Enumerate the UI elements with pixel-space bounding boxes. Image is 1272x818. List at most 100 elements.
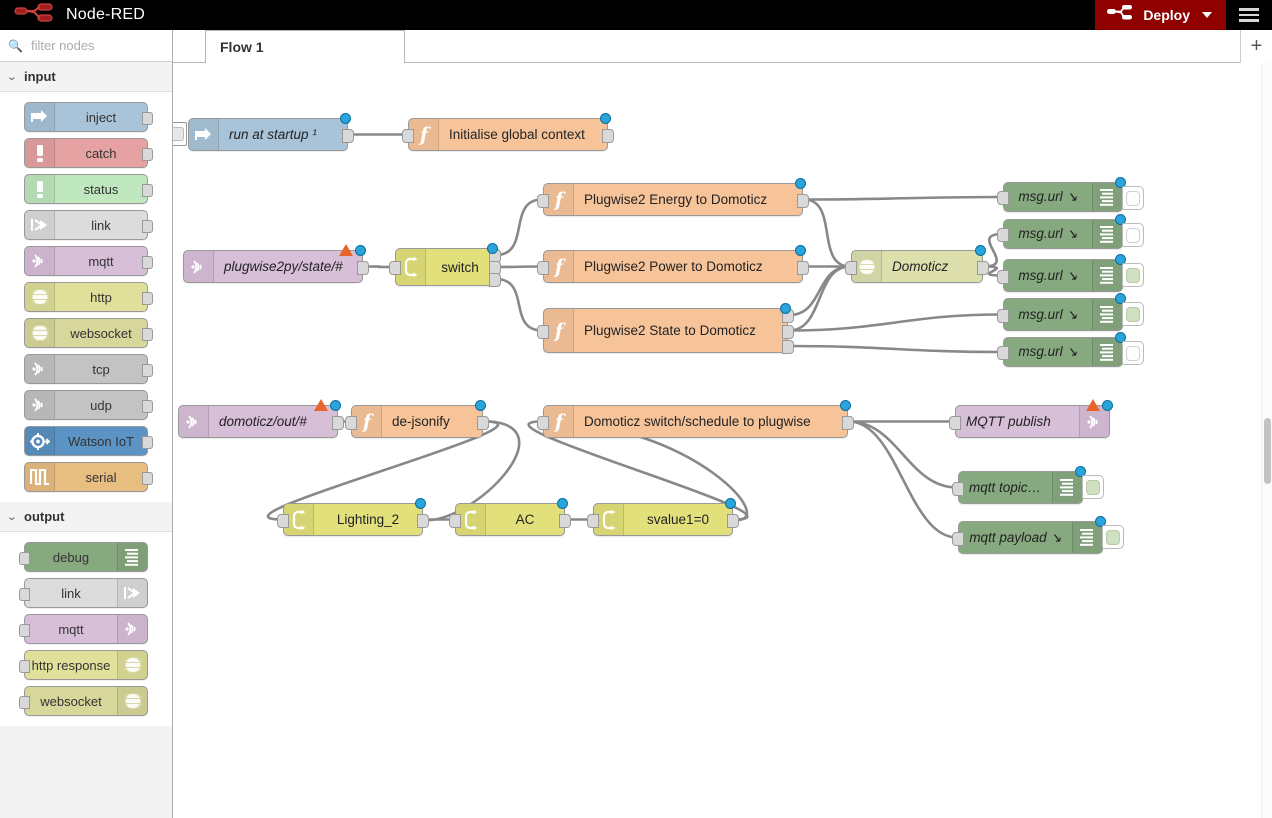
flow-node-n13[interactable]: msg.url ↘ xyxy=(997,332,1144,367)
node-input-port[interactable] xyxy=(997,228,1009,242)
node-output-port-0[interactable] xyxy=(727,513,739,528)
node-output-port-0[interactable] xyxy=(602,128,614,143)
hamburger-menu-icon[interactable] xyxy=(1226,0,1272,30)
add-flow-button[interactable]: + xyxy=(1240,30,1272,63)
debug-toggle-button[interactable] xyxy=(1122,302,1144,326)
flow-node-n15[interactable]: f de-jsonify xyxy=(345,400,489,438)
flow-node-label: AC xyxy=(515,512,535,527)
node-input-port[interactable] xyxy=(345,415,357,430)
node-output-port-0[interactable] xyxy=(559,513,571,528)
node-output-port-0[interactable] xyxy=(342,128,354,143)
watson-gear-icon xyxy=(25,427,55,455)
debug-toggle-button[interactable] xyxy=(1122,223,1144,247)
flow-node-n5[interactable]: f Plugwise2 Energy to Domoticz xyxy=(537,178,809,216)
palette-node-http-response[interactable]: http response xyxy=(19,650,148,680)
node-input-port[interactable] xyxy=(277,513,289,528)
node-output-port-0[interactable] xyxy=(977,260,989,275)
node-input-port[interactable] xyxy=(949,415,961,430)
debug-toggle-button[interactable] xyxy=(1122,263,1144,287)
node-input-port[interactable] xyxy=(537,415,549,430)
palette-node-link[interactable]: link xyxy=(19,578,148,608)
flow-node-n22[interactable]: mqtt payload ↘ xyxy=(952,516,1124,554)
flow-node-n1[interactable]: run at startup ¹ xyxy=(173,113,354,151)
node-input-port[interactable] xyxy=(997,269,1009,284)
palette-node-catch[interactable]: catch xyxy=(24,138,153,168)
flow-canvas[interactable]: run at startup ¹ f Initialise global conte… xyxy=(173,63,1272,818)
canvas-vertical-scrollbar[interactable] xyxy=(1261,63,1272,818)
flow-node-n11[interactable]: msg.url ↘ xyxy=(997,254,1144,292)
node-output-port-2[interactable] xyxy=(489,273,501,287)
palette-node-udp[interactable]: udp xyxy=(24,390,153,420)
debug-toggle-button[interactable] xyxy=(1082,475,1104,499)
palette-node-http[interactable]: http xyxy=(24,282,153,312)
node-output-port-0[interactable] xyxy=(797,260,809,275)
scrollbar-thumb[interactable] xyxy=(1264,418,1271,484)
flow-node-n3[interactable]: plugwise2py/state/# xyxy=(183,244,369,283)
palette-node-watson-iot[interactable]: Watson IoT xyxy=(24,426,153,456)
flow-node-n8[interactable]: Domoticz xyxy=(845,245,989,283)
flow-node-n10[interactable]: msg.url ↘ xyxy=(997,214,1144,249)
palette-node-websocket[interactable]: websocket xyxy=(19,686,148,716)
flow-node-n7[interactable]: f Plugwise2 State to Domoticz xyxy=(537,303,794,354)
debug-toggle-button[interactable] xyxy=(1122,341,1144,365)
palette-port-out xyxy=(142,184,153,197)
flow-node-n21[interactable]: mqtt topic ↘ xyxy=(952,466,1104,504)
node-output-port-1[interactable] xyxy=(782,324,794,339)
node-input-port[interactable] xyxy=(449,513,461,528)
flow-node-n14[interactable]: domoticz/out/# xyxy=(178,399,344,438)
filter-nodes-input[interactable] xyxy=(28,37,172,54)
node-input-port[interactable] xyxy=(537,324,549,339)
palette-node-mqtt[interactable]: mqtt xyxy=(19,614,148,644)
palette-node-link[interactable]: link xyxy=(24,210,153,240)
flow-node-n2[interactable]: f Initialise global context xyxy=(402,113,614,151)
signal-wave-icon xyxy=(25,355,55,383)
palette-node-mqtt[interactable]: mqtt xyxy=(24,246,153,276)
palette-node-inject[interactable]: inject xyxy=(24,102,153,132)
node-input-port[interactable] xyxy=(389,261,401,275)
palette-node-serial[interactable]: serial xyxy=(24,462,153,492)
debug-toggle-button[interactable] xyxy=(1102,525,1124,549)
node-output-port-0[interactable] xyxy=(357,260,369,275)
node-output-port-2[interactable] xyxy=(782,340,794,354)
node-input-port[interactable] xyxy=(997,308,1009,323)
node-output-port-0[interactable] xyxy=(797,193,809,208)
flow-node-n19[interactable]: AC xyxy=(449,498,571,536)
node-input-port[interactable] xyxy=(952,481,964,496)
node-input-port[interactable] xyxy=(845,260,857,275)
flow-node-n16[interactable]: f Domoticz switch/schedule to plugwise xyxy=(537,400,854,438)
node-input-port[interactable] xyxy=(997,191,1009,205)
flow-node-n12[interactable]: msg.url ↘ xyxy=(997,293,1144,331)
palette-category-input[interactable]: ⌄ input xyxy=(0,62,172,92)
node-input-port[interactable] xyxy=(402,128,414,143)
node-input-port[interactable] xyxy=(997,346,1009,360)
node-output-port-0[interactable] xyxy=(332,415,344,430)
flow-node-label: msg.url ↘ xyxy=(1018,189,1078,204)
deploy-button[interactable]: Deploy xyxy=(1095,0,1226,30)
node-output-port-0[interactable] xyxy=(842,415,854,430)
palette-node-tcp[interactable]: tcp xyxy=(24,354,153,384)
flow-node-n18[interactable]: Lighting_2 xyxy=(277,498,429,536)
flow-node-n6[interactable]: f Plugwise2 Power to Domoticz xyxy=(537,245,809,283)
node-input-port[interactable] xyxy=(537,193,549,208)
palette-node-websocket[interactable]: websocket xyxy=(24,318,153,348)
tab-flow-1[interactable]: Flow 1 xyxy=(205,30,405,63)
palette-category-output[interactable]: ⌄ output xyxy=(0,502,172,532)
palette-node-debug[interactable]: debug xyxy=(19,542,148,572)
flow-canvas-viewport[interactable]: run at startup ¹ f Initialise global conte… xyxy=(173,63,1272,818)
node-input-port[interactable] xyxy=(537,260,549,275)
flow-node-n4[interactable]: switch xyxy=(389,243,501,287)
node-input-port[interactable] xyxy=(587,513,599,528)
palette-search-bar[interactable]: 🔍 xyxy=(0,30,172,62)
node-output-port-0[interactable] xyxy=(417,513,429,528)
chevron-down-icon[interactable] xyxy=(1202,12,1212,18)
node-status-dot xyxy=(725,498,736,509)
flow-node-n20[interactable]: svalue1=0 xyxy=(587,498,739,536)
debug-toggle-button[interactable] xyxy=(1122,186,1144,210)
flow-node-label: msg.url ↘ xyxy=(1018,267,1078,283)
flow-node-n9[interactable]: msg.url ↘ xyxy=(997,177,1144,212)
flow-node-n17[interactable]: MQTT publish xyxy=(949,399,1113,438)
node-output-port-0[interactable] xyxy=(477,415,489,430)
node-input-port[interactable] xyxy=(952,531,964,546)
inject-trigger-button[interactable] xyxy=(173,122,187,146)
palette-node-status[interactable]: status xyxy=(24,174,153,204)
